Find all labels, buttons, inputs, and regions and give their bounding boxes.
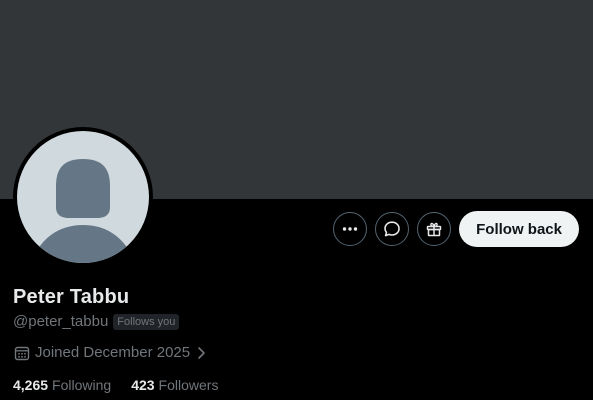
follow-stats: 4,265 Following 423 Followers (13, 377, 218, 393)
message-button[interactable] (375, 212, 410, 246)
follows-you-badge: Follows you (113, 313, 180, 330)
joined-date-label: Joined December 2025 (35, 344, 191, 361)
message-icon (384, 221, 400, 237)
followers-link[interactable]: 423 Followers (131, 377, 218, 393)
followers-count: 423 (131, 377, 155, 393)
followers-label: Followers (158, 377, 219, 393)
gift-button[interactable] (417, 212, 452, 246)
more-icon (342, 227, 358, 231)
follow-back-button[interactable]: Follow back (459, 211, 579, 247)
chevron-right-icon (198, 346, 205, 359)
avatar[interactable] (13, 127, 153, 267)
gift-icon (426, 222, 442, 237)
default-avatar-icon (17, 131, 149, 263)
profile-actions: Follow back (333, 211, 579, 247)
following-label: Following (52, 377, 112, 393)
user-handle: @peter_tabbu (13, 313, 109, 330)
more-button[interactable] (333, 212, 368, 246)
calendar-icon (14, 346, 30, 360)
joined-date[interactable]: Joined December 2025 (14, 344, 207, 361)
following-link[interactable]: 4,265 Following (13, 377, 111, 393)
following-count: 4,265 (13, 377, 49, 393)
display-name: Peter Tabbu (13, 286, 130, 308)
handle-row: @peter_tabbu Follows you (13, 313, 180, 330)
